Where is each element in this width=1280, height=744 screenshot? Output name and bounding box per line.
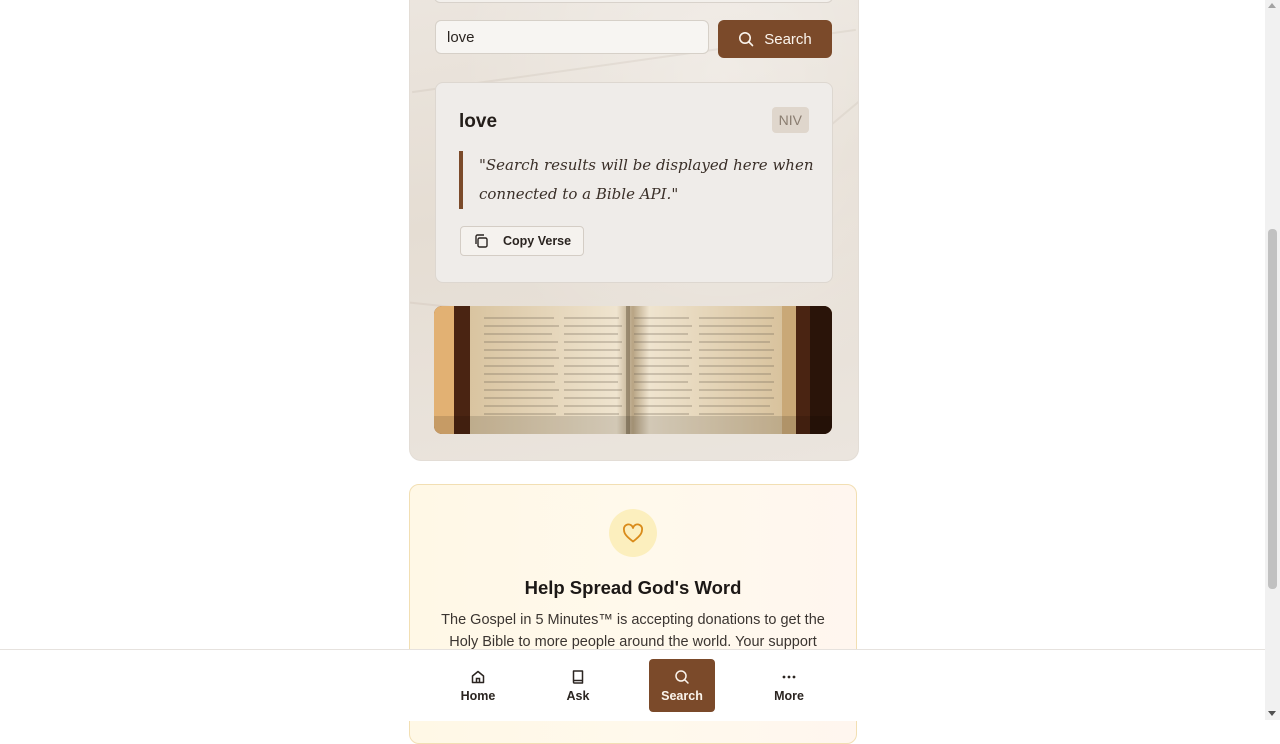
- nav-ask[interactable]: Ask: [556, 659, 600, 712]
- version-badge: NIV: [771, 107, 809, 133]
- more-icon: [782, 675, 796, 678]
- search-panel: Search love NIV "Search results will be …: [409, 0, 859, 461]
- book-icon: [572, 669, 584, 684]
- nav-search-label: Search: [661, 688, 703, 703]
- nav-home[interactable]: Home: [451, 659, 505, 712]
- nav-home-label: Home: [460, 688, 496, 703]
- scroll-down-arrow-icon[interactable]: [1268, 711, 1276, 716]
- copy-verse-label: Copy Verse: [503, 234, 572, 248]
- copy-icon: [475, 234, 488, 248]
- nav-more[interactable]: More: [764, 659, 814, 712]
- donation-description: The Gospel in 5 Minutes™ is accepting do…: [441, 612, 825, 650]
- page-scrollbar[interactable]: [1265, 0, 1280, 720]
- nav-search[interactable]: Search: [649, 659, 715, 712]
- verse-result-card: love NIV "Search results will be display…: [435, 82, 833, 283]
- open-bible-illustration: [434, 306, 832, 434]
- search-input[interactable]: [435, 20, 709, 54]
- search-icon: [739, 32, 754, 47]
- nav-more-label: More: [774, 688, 804, 703]
- bottom-navigation: Home Ask Search More: [0, 649, 1265, 721]
- nav-ask-label: Ask: [566, 688, 590, 703]
- search-button[interactable]: Search: [718, 20, 832, 58]
- heart-badge: [609, 509, 657, 557]
- donation-title: Help Spread God's Word: [524, 577, 742, 598]
- copy-verse-button[interactable]: Copy Verse: [460, 226, 585, 256]
- scroll-thumb[interactable]: [1268, 229, 1277, 589]
- scroll-up-arrow-icon[interactable]: [1268, 3, 1276, 8]
- open-bible-image: [434, 306, 832, 434]
- home-icon: [471, 670, 485, 683]
- search-icon: [675, 669, 689, 684]
- heart-icon: [623, 523, 643, 543]
- result-title: love: [459, 111, 498, 132]
- verse-quote: "Search results will be displayed here w…: [459, 151, 819, 209]
- search-button-label: Search: [764, 30, 812, 48]
- previous-field-edge: [434, 0, 833, 3]
